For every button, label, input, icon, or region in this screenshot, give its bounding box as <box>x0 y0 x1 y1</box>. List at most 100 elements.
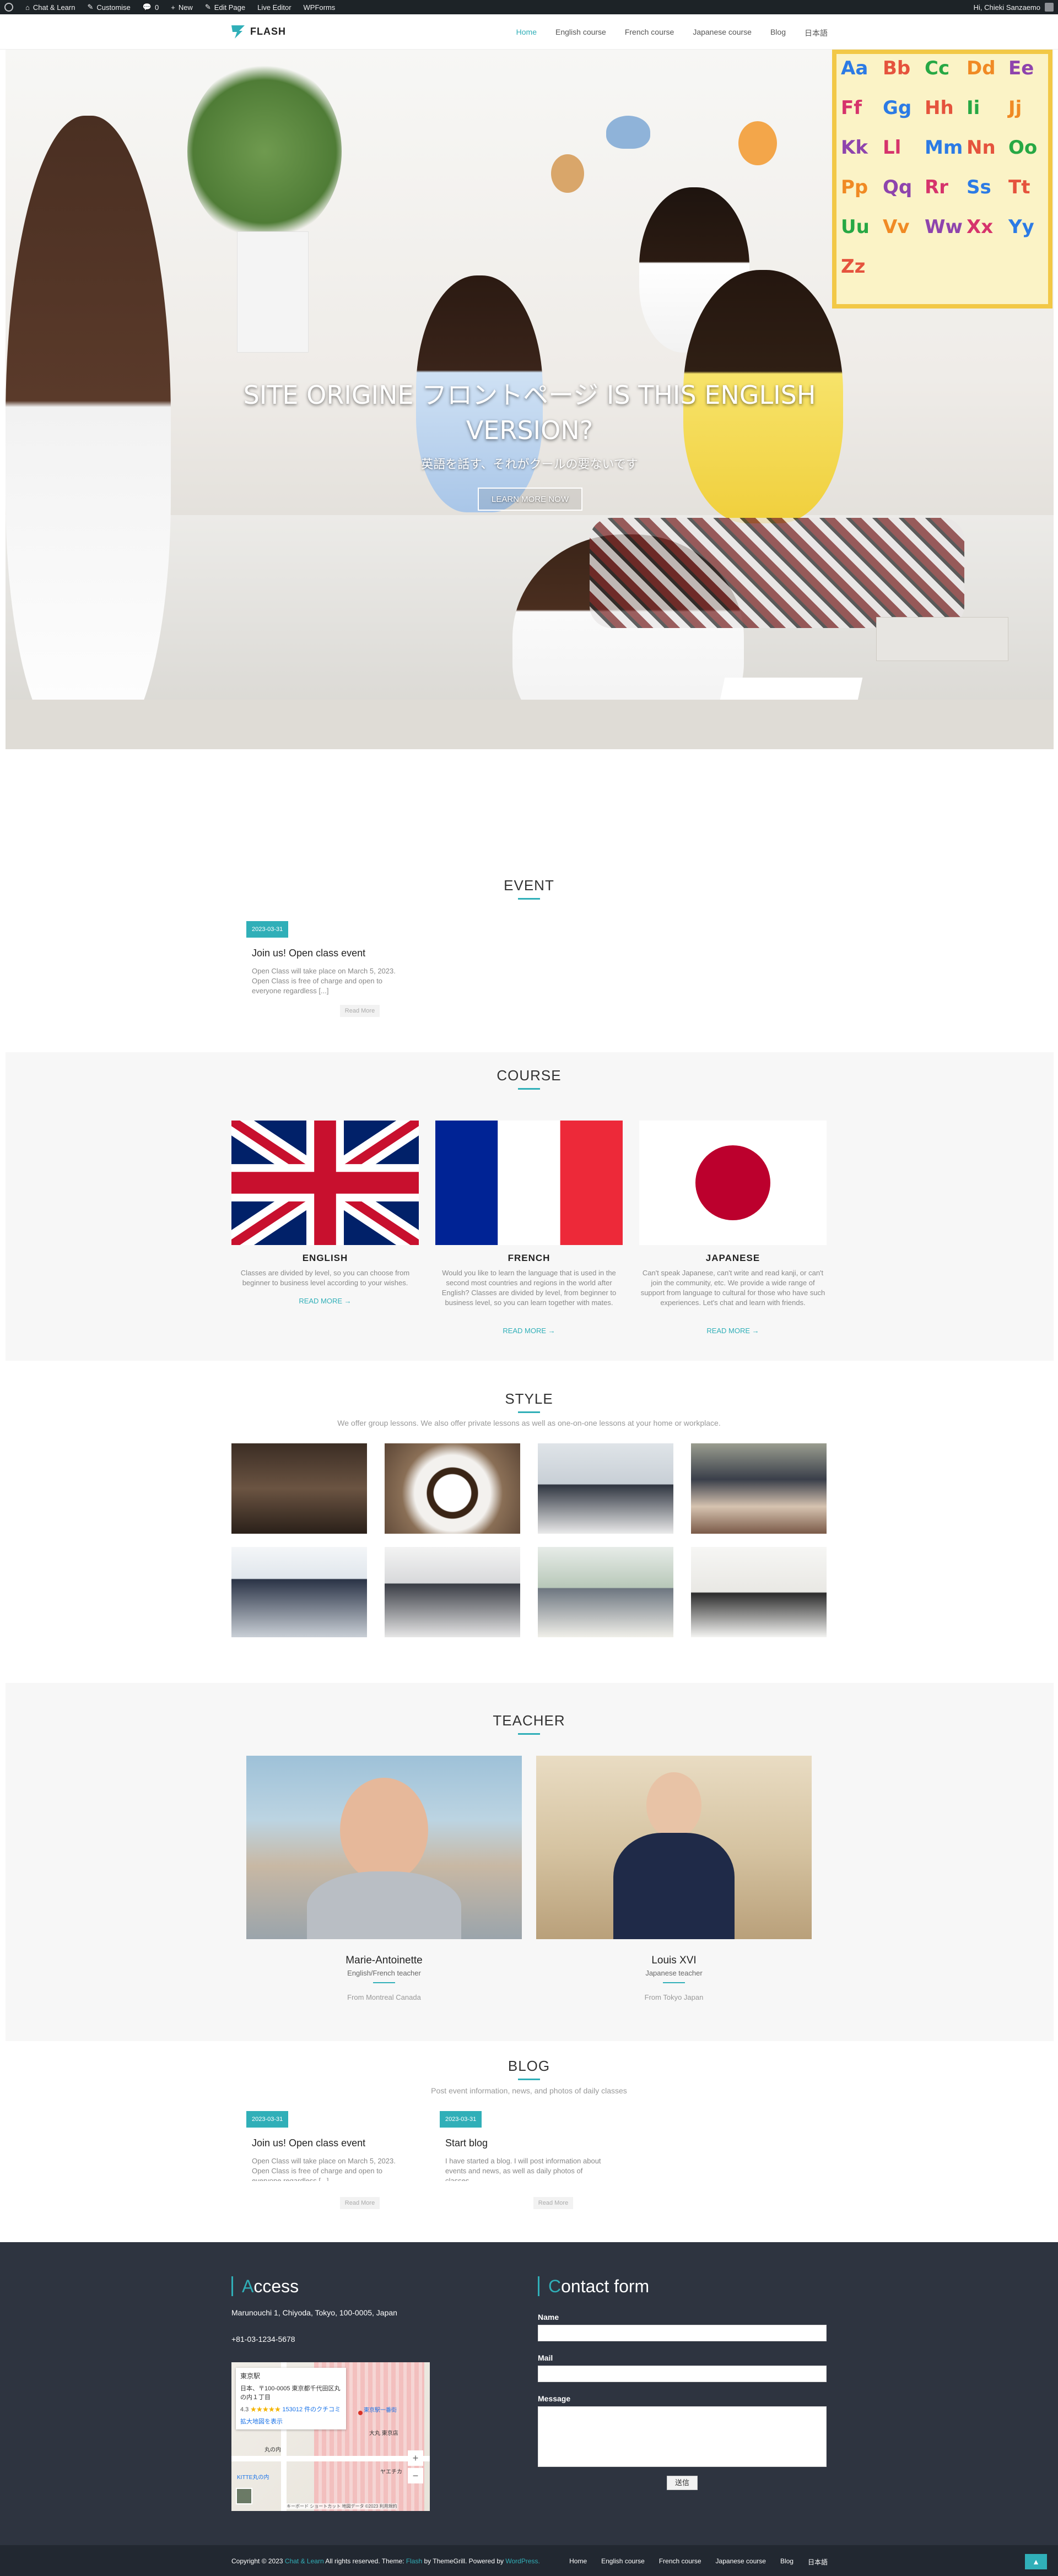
footer-nav-blog[interactable]: Blog <box>780 2557 794 2567</box>
avatar <box>1045 3 1054 12</box>
customize-link[interactable]: ✎ Customise <box>87 3 130 12</box>
copyright-by: by ThemeGrill. Powered by <box>424 2557 504 2565</box>
map-pin-icon <box>358 2411 363 2415</box>
post-title[interactable]: Join us! Open class event <box>252 948 365 959</box>
alphabet-chart-letter: Yy <box>1008 216 1034 238</box>
teacher-section-title: TEACHER <box>493 1712 565 1729</box>
nav-home[interactable]: Home <box>516 28 537 39</box>
nav-blog[interactable]: Blog <box>770 28 786 39</box>
post-title[interactable]: Join us! Open class event <box>252 2137 365 2149</box>
japan-flag-image[interactable] <box>639 1121 827 1245</box>
main-nav: Home English course French course Japane… <box>516 28 828 39</box>
footer-nav-japanese-course[interactable]: Japanese course <box>716 2557 766 2567</box>
lion-sticker-image <box>738 121 777 165</box>
course-description: Would you like to learn the language tha… <box>441 1269 617 1307</box>
teacher-origin: From Tokyo Japan <box>644 1993 704 2001</box>
uk-flag-image[interactable] <box>231 1121 419 1245</box>
google-map[interactable]: 東京駅 日本、〒100-0005 東京都千代田区丸 の内１丁目 4.3 ★★★★… <box>231 2362 430 2511</box>
scroll-to-top-button[interactable]: ▲ <box>1025 2554 1047 2569</box>
site-header: FLASH Home English course French course … <box>0 14 1058 50</box>
wp-menu[interactable] <box>4 3 13 12</box>
wordpress-link[interactable]: WordPress. <box>505 2557 539 2565</box>
map-satellite-toggle[interactable] <box>236 2488 252 2504</box>
alphabet-chart-letter: Ii <box>967 97 980 119</box>
submit-button[interactable]: 送信 <box>667 2476 698 2490</box>
course-name: JAPANESE <box>705 1253 760 1263</box>
alphabet-chart-letter: Hh <box>925 97 954 119</box>
alphabet-chart-letter: Ss <box>967 176 991 198</box>
style-photo-study[interactable] <box>691 1547 827 1637</box>
style-photo-cafe[interactable] <box>231 1443 367 1534</box>
map-reviews-link[interactable]: 153012 件のクチコミ <box>282 2406 341 2413</box>
footer-nav: Home English course French course Japane… <box>569 2557 828 2567</box>
comments-link[interactable]: 💬 0 <box>143 3 159 12</box>
teacher-title-underline <box>518 1733 540 1735</box>
alphabet-chart-letter: Tt <box>1008 176 1030 198</box>
hero-learn-more-button[interactable]: LEARN MORE NOW <box>478 488 582 511</box>
course-read-more-link[interactable]: READ MORE → <box>639 1327 827 1335</box>
footer-nav-language-japanese[interactable]: 日本語 <box>808 2557 828 2567</box>
nav-japanese-course[interactable]: Japanese course <box>693 28 752 39</box>
access-heading-rest: ccess <box>253 2276 299 2296</box>
course-name: FRENCH <box>508 1253 550 1263</box>
course-section-title: COURSE <box>496 1067 562 1084</box>
theme-link[interactable]: Flash <box>406 2557 422 2565</box>
new-content-link[interactable]: + New <box>171 3 193 12</box>
course-read-more-link[interactable]: READ MORE → <box>231 1297 419 1305</box>
wpforms-label: WPForms <box>303 3 336 12</box>
footer-nav-french-course[interactable]: French course <box>659 2557 701 2567</box>
post-date-badge: 2023-03-31 <box>440 2111 482 2128</box>
style-photo-business[interactable] <box>231 1547 367 1637</box>
wpforms-link[interactable]: WPForms <box>304 3 336 12</box>
alphabet-chart-letter: Gg <box>883 97 912 119</box>
course-description: Can't speak Japanese, can't write and re… <box>640 1269 825 1307</box>
map-zoom-out-button[interactable]: − <box>408 2468 423 2483</box>
footer-nav-english-course[interactable]: English course <box>601 2557 645 2567</box>
alphabet-chart-letter: Xx <box>967 216 994 238</box>
alphabet-chart-letter: Uu <box>841 216 870 238</box>
nav-french-course[interactable]: French course <box>625 28 674 39</box>
style-photo-meeting[interactable] <box>538 1443 673 1534</box>
course-card-japanese: JAPANESE Can't speak Japanese, can't wri… <box>639 1121 827 1341</box>
read-more-button[interactable]: Read More <box>340 2197 380 2209</box>
style-photo-discussion[interactable] <box>538 1547 673 1637</box>
name-field[interactable] <box>538 2325 827 2341</box>
map-info-card: 東京駅 日本、〒100-0005 東京都千代田区丸 の内１丁目 4.3 ★★★★… <box>236 2368 346 2429</box>
map-rating-row: 4.3 ★★★★★ 153012 件のクチコミ <box>240 2405 342 2413</box>
footer-nav-home[interactable]: Home <box>569 2557 587 2567</box>
map-larger-link[interactable]: 拡大地図を表示 <box>240 2417 342 2426</box>
map-zoom-in-button[interactable]: + <box>408 2450 423 2466</box>
books-image <box>876 617 1008 661</box>
nav-english-course[interactable]: English course <box>555 28 606 39</box>
mail-field[interactable] <box>538 2366 827 2382</box>
style-photo-classroom[interactable] <box>691 1443 827 1534</box>
nav-language-japanese[interactable]: 日本語 <box>805 28 828 39</box>
mail-label: Mail <box>538 2353 553 2362</box>
flash-logo-icon <box>231 25 245 39</box>
teacher-hoodie-image <box>307 1871 461 1939</box>
style-photo-group[interactable] <box>385 1547 520 1637</box>
site-logo[interactable]: FLASH <box>231 24 286 39</box>
read-more-button[interactable]: Read More <box>340 1005 380 1017</box>
style-photo-coffee[interactable] <box>385 1443 520 1534</box>
alphabet-chart-letter: Rr <box>925 176 948 198</box>
read-more-button[interactable]: Read More <box>533 2197 573 2209</box>
course-name: ENGLISH <box>302 1253 348 1263</box>
comment-icon: 💬 <box>142 3 152 11</box>
copyright-site-link[interactable]: Chat & Learn <box>285 2557 324 2565</box>
message-field[interactable] <box>538 2406 827 2467</box>
account-menu[interactable]: Hi, Chieki Sanzaemo <box>974 3 1054 12</box>
event-section-title: EVENT <box>504 877 554 894</box>
site-name-link[interactable]: ⌂ Chat & Learn <box>25 3 75 12</box>
live-editor-link[interactable]: Live Editor <box>257 3 291 12</box>
course-read-more-link[interactable]: READ MORE → <box>435 1327 623 1335</box>
post-title[interactable]: Start blog <box>445 2137 488 2149</box>
hero-title: SITE ORIGINE フロントページ IS THIS ENGLISH VER… <box>6 377 1054 448</box>
teacher-photo-louis[interactable] <box>536 1756 812 1939</box>
access-phone: +81-03-1234-5678 <box>231 2335 295 2344</box>
teacher-photo-marie[interactable] <box>246 1756 522 1939</box>
alphabet-chart-letter: Dd <box>967 57 996 79</box>
france-flag-image[interactable] <box>435 1121 623 1245</box>
map-label: 東京駅一番街 <box>364 2407 397 2413</box>
edit-page-link[interactable]: ✎ Edit Page <box>205 3 245 12</box>
